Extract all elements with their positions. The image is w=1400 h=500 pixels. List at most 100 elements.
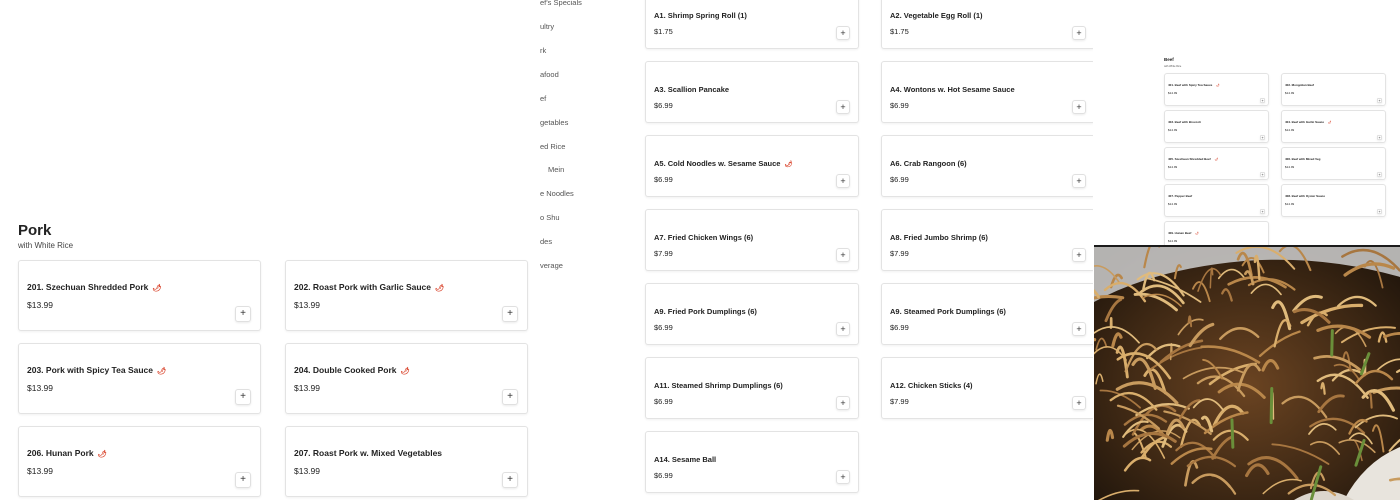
category-nav-item[interactable]: ef's Specials bbox=[540, 0, 582, 7]
menu-item-card[interactable]: 402. Mongolian Beef $14.99 + bbox=[1281, 73, 1386, 106]
menu-item-card[interactable]: A6. Crab Rangoon (6) $6.99 + bbox=[881, 135, 1093, 197]
menu-item-name: A7. Fried Chicken Wings (6) bbox=[654, 233, 753, 242]
menu-item-name: A9. Steamed Pork Dumplings (6) bbox=[890, 307, 1006, 316]
menu-item-card[interactable]: A11. Steamed Shrimp Dumplings (6) $6.99 + bbox=[645, 357, 859, 419]
menu-item-price: $13.99 bbox=[294, 300, 320, 310]
add-to-cart-button[interactable]: + bbox=[836, 26, 850, 40]
add-to-cart-button[interactable]: + bbox=[235, 472, 251, 488]
menu-item-name: 203. Pork with Spicy Tea Sauce 🌶 bbox=[27, 365, 166, 375]
section-subtitle: with White Rice bbox=[18, 241, 74, 250]
category-nav-item[interactable]: ed Rice bbox=[540, 142, 565, 151]
menu-item-name: 206. Hunan Pork 🌶 bbox=[27, 448, 107, 458]
add-to-cart-button[interactable]: + bbox=[1260, 135, 1265, 140]
menu-item-card[interactable]: A8. Fried Jumbo Shrimp (6) $7.99 + bbox=[881, 209, 1093, 271]
add-to-cart-button[interactable]: + bbox=[502, 472, 518, 488]
menu-item-card[interactable]: 206. Hunan Pork 🌶 $13.99 + bbox=[18, 426, 261, 497]
add-to-cart-button[interactable]: + bbox=[1260, 98, 1265, 103]
menu-item-card[interactable]: 406. Beef with Mixed Veg $14.99 + bbox=[1281, 147, 1386, 180]
add-to-cart-button[interactable]: + bbox=[1072, 174, 1086, 188]
menu-item-label: 408. Beef with Oyster Sauce bbox=[1285, 194, 1326, 198]
scallion-piece bbox=[1230, 418, 1235, 449]
category-nav-item[interactable]: ef bbox=[540, 94, 546, 103]
menu-item-price: $14.99 bbox=[1168, 239, 1178, 243]
add-to-cart-button[interactable]: + bbox=[1072, 248, 1086, 262]
menu-item-card[interactable]: 207. Roast Pork w. Mixed Vegetables $13.9… bbox=[285, 426, 528, 497]
menu-item-name: 408. Beef with Oyster Sauce bbox=[1285, 194, 1325, 198]
add-to-cart-button[interactable]: + bbox=[836, 248, 850, 262]
add-to-cart-button[interactable]: + bbox=[1072, 26, 1086, 40]
menu-item-name: A4. Wontons w. Hot Sesame Sauce bbox=[890, 85, 1015, 94]
menu-item-card[interactable]: 203. Pork with Spicy Tea Sauce 🌶 $13.99 + bbox=[18, 343, 261, 414]
add-to-cart-button[interactable]: + bbox=[836, 174, 850, 188]
category-nav-item[interactable]: Mein bbox=[548, 165, 564, 174]
category-nav-item[interactable]: des bbox=[540, 237, 552, 246]
menu-item-card[interactable]: 201. Szechuan Shredded Pork 🌶 $13.99 + bbox=[18, 260, 261, 331]
menu-item-label: 404. Beef with Garlic Sauce bbox=[1285, 120, 1325, 124]
add-to-cart-button[interactable]: + bbox=[502, 306, 518, 322]
menu-item-card[interactable]: 405. Szechuan Shredded Beef 🌶 $14.99 + bbox=[1164, 147, 1269, 180]
menu-item-card[interactable]: 408. Beef with Oyster Sauce $14.99 + bbox=[1281, 184, 1386, 217]
add-to-cart-button[interactable]: + bbox=[235, 389, 251, 405]
category-nav-item[interactable]: rk bbox=[540, 46, 546, 55]
beef-section-thumbnail: Beef with White Rice 401. Beef with Spic… bbox=[1095, 0, 1400, 247]
menu-item-label: 206. Hunan Pork bbox=[27, 448, 94, 458]
add-to-cart-button[interactable]: + bbox=[836, 396, 850, 410]
menu-item-card[interactable]: A2. Vegetable Egg Roll (1) $1.75 + bbox=[881, 0, 1093, 49]
menu-item-card[interactable]: A3. Scallion Pancake $6.99 + bbox=[645, 61, 859, 123]
add-to-cart-button[interactable]: + bbox=[836, 100, 850, 114]
menu-item-card[interactable]: 204. Double Cooked Pork 🌶 $13.99 + bbox=[285, 343, 528, 414]
add-to-cart-button[interactable]: + bbox=[1377, 172, 1382, 177]
menu-item-card[interactable]: A14. Sesame Ball $6.99 + bbox=[645, 431, 859, 493]
add-to-cart-button[interactable]: + bbox=[836, 470, 850, 484]
add-to-cart-button[interactable]: + bbox=[1072, 396, 1086, 410]
menu-item-card[interactable]: A1. Shrimp Spring Roll (1) $1.75 + bbox=[645, 0, 859, 49]
menu-item-card[interactable]: A9. Steamed Pork Dumplings (6) $6.99 + bbox=[881, 283, 1093, 345]
menu-item-name: 207. Roast Pork w. Mixed Vegetables bbox=[294, 448, 442, 458]
menu-item-price: $6.99 bbox=[654, 397, 673, 406]
menu-item-price: $14.99 bbox=[1285, 91, 1295, 95]
category-nav-item[interactable]: e Noodles bbox=[540, 189, 574, 198]
menu-item-label: 207. Roast Pork w. Mixed Vegetables bbox=[294, 448, 443, 458]
menu-item-price: $13.99 bbox=[27, 383, 53, 393]
menu-item-price: $6.99 bbox=[890, 101, 909, 110]
add-to-cart-button[interactable]: + bbox=[1072, 322, 1086, 336]
add-to-cart-button[interactable]: + bbox=[1377, 135, 1382, 140]
category-nav-item[interactable]: verage bbox=[540, 261, 563, 270]
menu-item-card[interactable]: 202. Roast Pork with Garlic Sauce 🌶 $13.99… bbox=[285, 260, 528, 331]
menu-item-card[interactable]: A9. Fried Pork Dumplings (6) $6.99 + bbox=[645, 283, 859, 345]
menu-item-name: A5. Cold Noodles w. Sesame Sauce 🌶 bbox=[654, 159, 793, 168]
category-nav-item[interactable]: getables bbox=[540, 118, 568, 127]
menu-item-card[interactable]: 401. Beef with Spicy Tea Sauce 🌶 $14.99 + bbox=[1164, 73, 1269, 106]
menu-item-label: A14. Sesame Ball bbox=[654, 455, 717, 464]
menu-item-label: 407. Pepper Beef bbox=[1168, 194, 1193, 198]
menu-item-label: A4. Wontons w. Hot Sesame Sauce bbox=[890, 85, 1015, 94]
menu-item-card[interactable]: A5. Cold Noodles w. Sesame Sauce 🌶 $6.99 + bbox=[645, 135, 859, 197]
category-nav-item[interactable]: afood bbox=[540, 70, 559, 79]
add-to-cart-button[interactable]: + bbox=[502, 389, 518, 405]
add-to-cart-button[interactable]: + bbox=[1377, 98, 1382, 103]
menu-item-card[interactable]: A4. Wontons w. Hot Sesame Sauce $6.99 + bbox=[881, 61, 1093, 123]
menu-item-price: $14.99 bbox=[1168, 165, 1178, 169]
add-to-cart-button[interactable]: + bbox=[1072, 100, 1086, 114]
add-to-cart-button[interactable]: + bbox=[1260, 209, 1265, 214]
menu-item-label: 204. Double Cooked Pork bbox=[294, 365, 397, 375]
menu-item-card[interactable]: A12. Chicken Sticks (4) $7.99 + bbox=[881, 357, 1093, 419]
section-title: Beef bbox=[1164, 57, 1174, 62]
menu-item-price: $13.99 bbox=[294, 383, 320, 393]
add-to-cart-button[interactable]: + bbox=[836, 322, 850, 336]
menu-item-name: 409. Hunan Beef 🌶 bbox=[1168, 231, 1199, 235]
category-nav-item[interactable]: ultry bbox=[540, 22, 554, 31]
menu-item-name: 204. Double Cooked Pork 🌶 bbox=[294, 365, 410, 375]
add-to-cart-button[interactable]: + bbox=[235, 306, 251, 322]
menu-item-card[interactable]: 407. Pepper Beef $14.99 + bbox=[1164, 184, 1269, 217]
menu-item-card[interactable]: 404. Beef with Garlic Sauce 🌶 $14.99 + bbox=[1281, 110, 1386, 143]
add-to-cart-button[interactable]: + bbox=[1377, 209, 1382, 214]
category-nav-item[interactable]: o Shu bbox=[540, 213, 560, 222]
menu-item-label: 401. Beef with Spicy Tea Sauce bbox=[1168, 83, 1213, 87]
menu-item-name: A8. Fried Jumbo Shrimp (6) bbox=[890, 233, 988, 242]
menu-item-card[interactable]: 409. Hunan Beef🌶$14.99+ bbox=[1164, 221, 1269, 247]
add-to-cart-button[interactable]: + bbox=[1260, 172, 1265, 177]
menu-item-card[interactable]: A7. Fried Chicken Wings (6) $7.99 + bbox=[645, 209, 859, 271]
menu-item-card[interactable]: 403. Beef with Broccoli $14.99 + bbox=[1164, 110, 1269, 143]
menu-item-name: A1. Shrimp Spring Roll (1) bbox=[654, 11, 747, 20]
